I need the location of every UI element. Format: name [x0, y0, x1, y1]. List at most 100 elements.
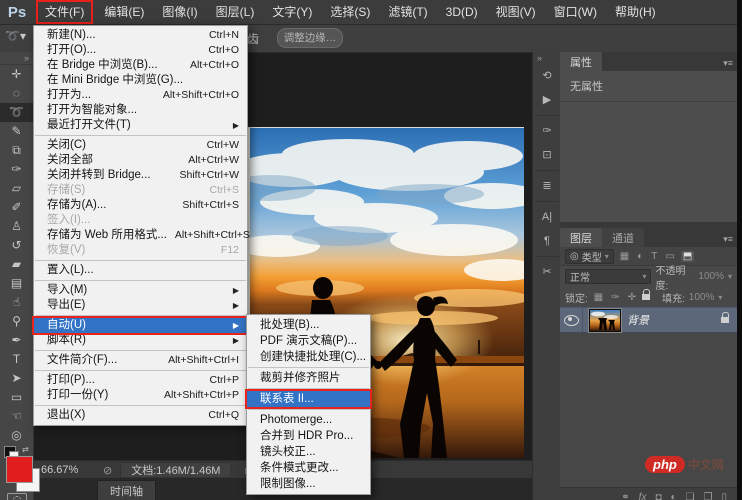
tab-layers[interactable]: 图层: [560, 228, 602, 247]
hand-tool[interactable]: ☜: [0, 407, 33, 426]
history-brush-tool[interactable]: ↺: [0, 236, 33, 255]
layer-row-background[interactable]: 背景: [560, 307, 737, 333]
menubar-help[interactable]: 帮助(H): [606, 2, 665, 22]
menubar-type[interactable]: 文字(Y): [263, 2, 321, 22]
actions-panel-icon[interactable]: ▶: [533, 88, 561, 112]
lasso-tool[interactable]: ➰: [0, 103, 33, 122]
menubar-window[interactable]: 窗口(W): [545, 2, 606, 22]
menu-item-save-as[interactable]: 存储为(A)... Shift+Ctrl+S: [34, 198, 247, 213]
fill-value[interactable]: 100%: [689, 292, 715, 303]
zoom-tool[interactable]: ◎: [0, 426, 33, 445]
menu-item-browse-mini-bridge[interactable]: 在 Mini Bridge 中浏览(G)...: [34, 73, 247, 88]
submenu-item-batch[interactable]: 批处理(B)...: [247, 317, 370, 333]
foreground-color-swatch[interactable]: [6, 456, 33, 483]
menubar-edit[interactable]: 编辑(E): [95, 2, 153, 22]
lock-position-icon[interactable]: ✛: [626, 292, 638, 303]
history-panel-icon[interactable]: ⟲: [533, 64, 561, 88]
submenu-item-fit-image[interactable]: 限制图像...: [247, 476, 370, 492]
menubar-layer[interactable]: 图层(L): [207, 2, 264, 22]
new-layer-icon[interactable]: ❐: [704, 492, 713, 500]
toolbar-collapse-icon[interactable]: »: [0, 52, 33, 65]
menu-item-print-one-copy[interactable]: 打印一份(Y) Alt+Shift+Ctrl+P: [34, 388, 247, 403]
healing-brush-tool[interactable]: ▱: [0, 179, 33, 198]
menu-item-import[interactable]: 导入(M) ▶: [34, 283, 247, 298]
menu-item-new[interactable]: 新建(N)... Ctrl+N: [34, 28, 247, 43]
refine-edge-button[interactable]: 调整边缘…: [277, 28, 343, 48]
submenu-item-photomerge[interactable]: Photomerge...: [247, 412, 370, 428]
link-layers-icon[interactable]: ⚭: [621, 492, 629, 500]
menubar-select[interactable]: 选择(S): [321, 2, 379, 22]
layer-thumbnail[interactable]: [588, 307, 622, 333]
quick-select-tool[interactable]: ✎: [0, 122, 33, 141]
quick-mask-icon[interactable]: [7, 493, 27, 500]
eyedropper-tool[interactable]: ✑: [0, 160, 33, 179]
tool-preset-icon[interactable]: ➰▾: [5, 29, 26, 43]
marquee-tool[interactable]: ◌: [0, 84, 33, 103]
submenu-item-merge-hdr[interactable]: 合并到 HDR Pro...: [247, 428, 370, 444]
submenu-item-crop-straighten[interactable]: 裁剪并修齐照片: [247, 370, 370, 386]
tool-presets-panel-icon[interactable]: ✂: [533, 260, 561, 284]
menubar-file[interactable]: 文件(F): [36, 0, 94, 24]
clone-source-panel-icon[interactable]: ⊡: [533, 143, 561, 167]
menu-item-place[interactable]: 置入(L)...: [34, 263, 247, 278]
layer-mask-icon[interactable]: ◘: [655, 492, 661, 500]
menu-item-open-recent[interactable]: 最近打开文件(T) ▶: [34, 118, 247, 133]
filter-type-icon[interactable]: T: [649, 251, 659, 262]
submenu-item-pdf-presentation[interactable]: PDF 演示文稿(P)...: [247, 333, 370, 349]
menubar-view[interactable]: 视图(V): [487, 2, 545, 22]
swap-colors-icon[interactable]: ⇄: [22, 445, 29, 454]
menu-item-exit[interactable]: 退出(X) Ctrl+Q: [34, 408, 247, 423]
lock-all-icon[interactable]: [642, 289, 651, 300]
submenu-item-lens-correction[interactable]: 镜头校正...: [247, 444, 370, 460]
gradient-tool[interactable]: ▤: [0, 274, 33, 293]
menu-item-open[interactable]: 打开(O)... Ctrl+O: [34, 43, 247, 58]
filter-kind-dropdown[interactable]: ◎ 类型 ▾: [565, 248, 614, 264]
crop-tool[interactable]: ⧉: [0, 141, 33, 160]
pen-tool[interactable]: ✒: [0, 331, 33, 350]
shape-tool[interactable]: ▭: [0, 388, 33, 407]
menu-item-close[interactable]: 关闭(C) Ctrl+W: [34, 138, 247, 153]
move-tool[interactable]: ✛: [0, 65, 33, 84]
dodge-tool[interactable]: ⚲: [0, 312, 33, 331]
panel-menu-icon[interactable]: ▾≡: [719, 58, 737, 71]
menu-item-save-for-web[interactable]: 存储为 Web 所用格式... Alt+Shift+Ctrl+S: [34, 228, 250, 243]
smudge-tool[interactable]: ☝: [0, 293, 33, 312]
delete-layer-icon[interactable]: ▯: [721, 492, 727, 500]
opacity-value[interactable]: 100%: [698, 271, 724, 282]
panel-menu-icon[interactable]: ▾≡: [719, 234, 737, 247]
menu-item-file-info[interactable]: 文件简介(F)... Alt+Shift+Ctrl+I: [34, 353, 247, 368]
layer-comps-panel-icon[interactable]: ≣: [533, 174, 561, 198]
lock-transparent-icon[interactable]: ▦: [592, 292, 605, 303]
path-select-tool[interactable]: ➤: [0, 369, 33, 388]
menu-item-automate[interactable]: 自动(U) ▶: [32, 316, 249, 335]
filter-pixel-icon[interactable]: ▦: [618, 251, 631, 262]
tab-properties[interactable]: 属性: [560, 52, 602, 71]
chevron-down-icon[interactable]: ▾: [718, 293, 722, 302]
menu-item-print[interactable]: 打印(P)... Ctrl+P: [34, 373, 247, 388]
collapse-dock-icon[interactable]: »: [537, 53, 542, 63]
menu-item-scripts[interactable]: 脚本(R) ▶: [34, 333, 247, 348]
menu-item-browse-bridge[interactable]: 在 Bridge 中浏览(B)... Alt+Ctrl+O: [34, 58, 247, 73]
filter-shape-icon[interactable]: ▭: [663, 251, 676, 262]
paragraph-panel-icon[interactable]: ¶: [533, 229, 561, 253]
menu-item-open-smart-object[interactable]: 打开为智能对象...: [34, 103, 247, 118]
menubar-image[interactable]: 图像(I): [153, 2, 206, 22]
submenu-item-conditional-mode[interactable]: 条件模式更改...: [247, 460, 370, 476]
menu-item-export[interactable]: 导出(E) ▶: [34, 298, 247, 313]
filter-adjustment-icon[interactable]: ◐: [635, 251, 645, 262]
clone-stamp-tool[interactable]: ♙: [0, 217, 33, 236]
blend-mode-select[interactable]: 正常 ▾: [565, 269, 652, 284]
zoom-level-field[interactable]: 66.67%: [41, 464, 93, 476]
menubar-filter[interactable]: 滤镜(T): [379, 2, 436, 22]
layer-style-fx-icon[interactable]: fx: [639, 492, 647, 500]
type-tool[interactable]: T: [0, 350, 33, 369]
character-panel-icon[interactable]: A|: [533, 205, 561, 229]
menu-item-close-goto-bridge[interactable]: 关闭并转到 Bridge... Shift+Ctrl+W: [34, 168, 247, 183]
eraser-tool[interactable]: ▰: [0, 255, 33, 274]
adjustment-layer-icon[interactable]: ◐: [671, 492, 677, 500]
tab-channels[interactable]: 通道: [602, 228, 644, 247]
brush-presets-panel-icon[interactable]: ✑: [533, 119, 561, 143]
filter-smart-object-icon[interactable]: ⬒: [680, 250, 695, 262]
submenu-item-create-droplet[interactable]: 创建快捷批处理(C)...: [247, 349, 370, 365]
menubar-3d[interactable]: 3D(D): [437, 2, 487, 22]
